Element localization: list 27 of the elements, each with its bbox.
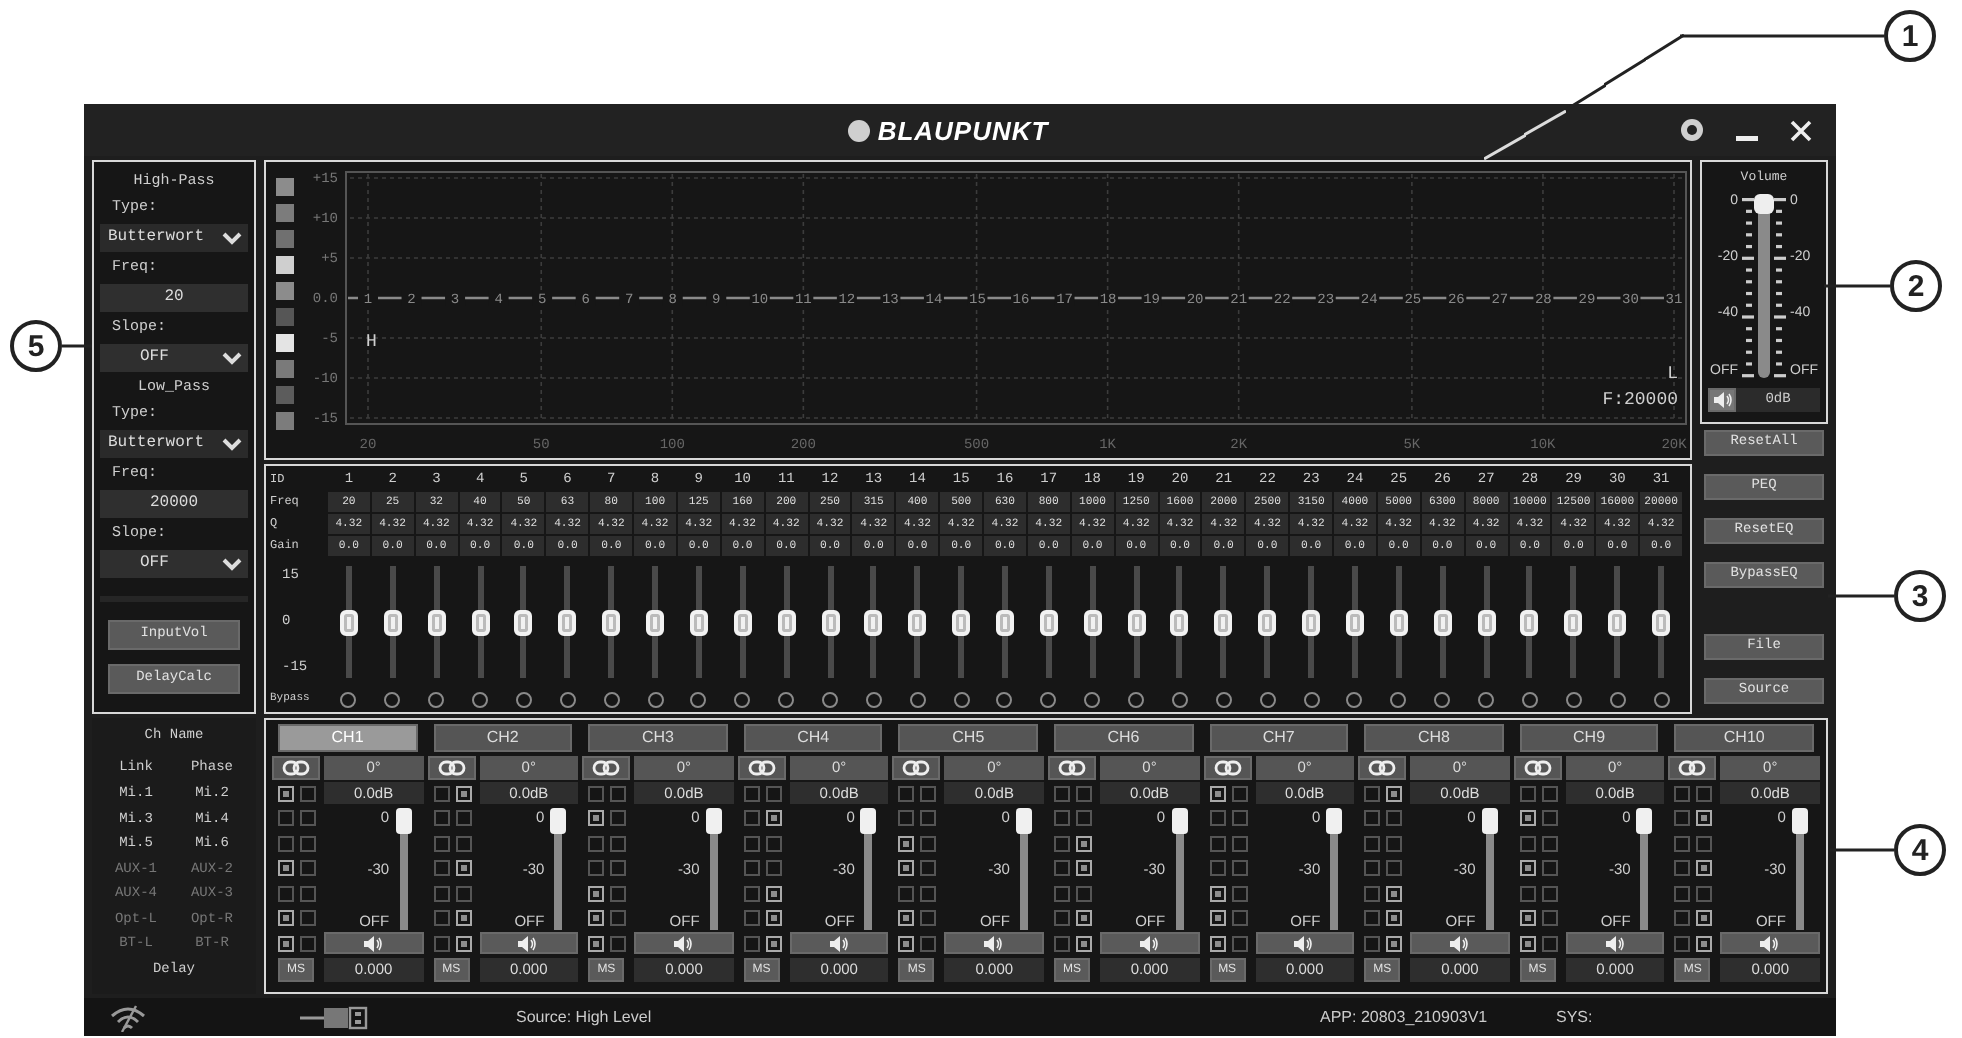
- type-select[interactable]: Butterwort: [100, 430, 248, 458]
- channel-tab[interactable]: CH2: [433, 724, 573, 752]
- high-marker: H: [366, 332, 377, 352]
- brand-name: BLAUPUNKT: [877, 115, 1049, 145]
- channel-tab[interactable]: CH4: [743, 724, 883, 752]
- status-text: APP: 20803_210903V1: [1320, 1008, 1488, 1026]
- channel-tab[interactable]: CH3: [588, 724, 728, 752]
- callout-number: 4: [1894, 824, 1946, 876]
- channel-tab[interactable]: CH7: [1209, 724, 1349, 752]
- channel-tab[interactable]: CH6: [1053, 724, 1194, 752]
- status-text: Source: High Level: [516, 1008, 652, 1026]
- frequency-field[interactable]: 20000: [100, 490, 248, 518]
- channel-tab[interactable]: CH8: [1364, 724, 1504, 752]
- slope-select[interactable]: OFF: [100, 344, 248, 372]
- frequency-readout: F:20000: [1602, 390, 1678, 410]
- low-marker: L: [1667, 364, 1678, 384]
- status-text: SYS:: [1556, 1008, 1593, 1026]
- callout-number: 2: [1890, 260, 1942, 312]
- channel-tab[interactable]: CH10: [1674, 724, 1814, 752]
- callout-number: 5: [10, 320, 62, 372]
- frequency-field[interactable]: 20: [100, 284, 248, 312]
- callout-number: 3: [1894, 570, 1946, 622]
- type-select[interactable]: Butterwort: [100, 224, 248, 252]
- channel-tab[interactable]: CH5: [898, 724, 1038, 752]
- callout-number: 1: [1884, 10, 1936, 62]
- slope-select[interactable]: OFF: [100, 550, 248, 578]
- channel-tab[interactable]: CH9: [1519, 724, 1659, 752]
